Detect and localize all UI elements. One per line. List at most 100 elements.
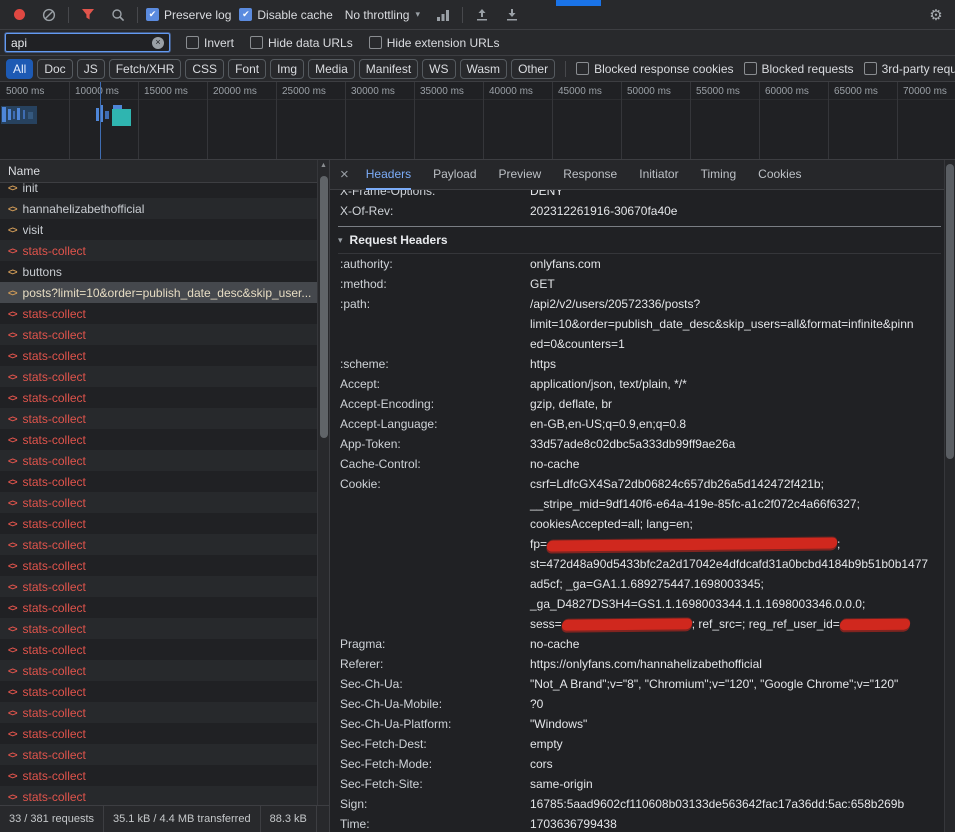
request-row[interactable]: <>stats-collect [0,492,329,513]
details-scrollbar[interactable] [944,160,955,832]
request-row[interactable]: <>stats-collect [0,681,329,702]
type-filter-js[interactable]: JS [77,59,105,79]
hide-extension-urls-checkbox[interactable]: Hide extension URLs [369,36,500,50]
header-name: :path: [340,294,520,354]
request-row[interactable]: <>stats-collect [0,660,329,681]
type-filter-doc[interactable]: Doc [37,59,72,79]
search-button[interactable] [107,4,129,26]
header-row: Referer:https://onlyfans.com/hannaheliza… [338,654,941,674]
scroll-up-icon[interactable]: ▲ [318,162,329,169]
timeline-gridline [69,82,70,159]
clear-filter-icon[interactable]: × [152,37,164,49]
request-row[interactable]: <>stats-collect [0,408,329,429]
tab-initiator[interactable]: Initiator [639,160,678,190]
network-overview-timeline[interactable]: 5000 ms10000 ms15000 ms20000 ms25000 ms3… [0,82,955,160]
record-button[interactable] [8,4,30,26]
header-row: App-Token:33d57ade8c02dbc5a333db99ff9ae2… [338,434,941,454]
type-filter-media[interactable]: Media [308,59,355,79]
header-row: :scheme:https [338,354,941,374]
request-row[interactable]: <>stats-collect [0,429,329,450]
header-name: Sec-Ch-Ua: [340,674,520,694]
tab-response[interactable]: Response [563,160,617,190]
type-filter-ws[interactable]: WS [422,59,455,79]
request-row[interactable]: <>init [0,183,329,198]
blocked-requests-checkbox[interactable]: Blocked requests [744,62,854,76]
type-filter-all[interactable]: All [6,59,33,79]
clear-network-log-button[interactable] [38,4,60,26]
request-row[interactable]: <>stats-collect [0,471,329,492]
waterfall-bar [23,110,25,119]
request-row[interactable]: <>stats-collect [0,639,329,660]
request-error-icon: <> [8,666,17,676]
header-value: same-origin [530,774,941,794]
toolbar-divider [462,7,463,23]
request-row[interactable]: <>stats-collect [0,324,329,345]
request-name: stats-collect [23,454,86,468]
request-headers-section-header[interactable]: ▾ Request Headers [338,227,941,254]
type-filter-wasm[interactable]: Wasm [460,59,508,79]
throttling-select[interactable]: No throttling ▾ [341,6,424,24]
request-name: stats-collect [23,706,86,720]
import-har-button[interactable] [501,4,523,26]
request-row[interactable]: <>stats-collect [0,576,329,597]
tab-preview[interactable]: Preview [499,160,542,190]
header-value: en-GB,en-US;q=0.9,en;q=0.8 [530,414,941,434]
request-name: posts?limit=10&order=publish_date_desc&s… [23,286,312,300]
request-row-selected[interactable]: <>posts?limit=10&order=publish_date_desc… [0,282,329,303]
request-row[interactable]: <>stats-collect [0,534,329,555]
scrollbar-thumb[interactable] [320,176,328,438]
network-conditions-button[interactable] [432,4,454,26]
tab-timing[interactable]: Timing [701,160,737,190]
request-type-icon: <> [8,204,17,214]
tab-payload[interactable]: Payload [433,160,476,190]
request-row[interactable]: <>hannahelizabethofficial [0,198,329,219]
header-value: GET [530,274,941,294]
toolbar-divider [68,7,69,23]
tab-cookies[interactable]: Cookies [758,160,801,190]
third-party-requests-checkbox[interactable]: 3rd-party requests [864,62,955,76]
type-filter-css[interactable]: CSS [185,59,224,79]
request-row[interactable]: <>stats-collect [0,618,329,639]
request-name: stats-collect [23,349,86,363]
request-row[interactable]: <>stats-collect [0,345,329,366]
request-row[interactable]: <>stats-collect [0,723,329,744]
request-row[interactable]: <>stats-collect [0,513,329,534]
type-filter-other[interactable]: Other [511,59,555,79]
header-name: Sec-Ch-Ua-Mobile: [340,694,520,714]
request-row[interactable]: <>stats-collect [0,702,329,723]
tab-headers[interactable]: Headers [366,160,411,190]
hide-data-urls-checkbox[interactable]: Hide data URLs [250,36,353,50]
gear-icon: ⚙ [929,6,942,24]
header-name: Accept-Language: [340,414,520,434]
request-row[interactable]: <>stats-collect [0,786,329,805]
type-filter-img[interactable]: Img [270,59,304,79]
request-list-scrollbar[interactable]: ▲ [317,160,329,805]
filter-input[interactable] [11,36,148,50]
type-filter-manifest[interactable]: Manifest [359,59,418,79]
request-row[interactable]: <>stats-collect [0,366,329,387]
request-row[interactable]: <>visit [0,219,329,240]
redaction-scribble [546,538,838,552]
request-row[interactable]: <>stats-collect [0,555,329,576]
settings-button[interactable]: ⚙ [925,4,947,26]
request-row[interactable]: <>stats-collect [0,387,329,408]
scrollbar-thumb[interactable] [946,164,954,459]
filter-toggle-button[interactable] [77,4,99,26]
request-row[interactable]: <>stats-collect [0,450,329,471]
request-row[interactable]: <>stats-collect [0,303,329,324]
request-row[interactable]: <>stats-collect [0,765,329,786]
disable-cache-checkbox[interactable]: ✔ Disable cache [239,8,332,22]
blocked-response-cookies-checkbox[interactable]: Blocked response cookies [576,62,733,76]
header-name: :scheme: [340,354,520,374]
type-filter-font[interactable]: Font [228,59,266,79]
preserve-log-checkbox[interactable]: ✔ Preserve log [146,8,231,22]
request-row[interactable]: <>stats-collect [0,597,329,618]
export-har-button[interactable] [471,4,493,26]
request-row[interactable]: <>stats-collect [0,744,329,765]
invert-checkbox[interactable]: Invert [186,36,234,50]
request-row[interactable]: <>buttons [0,261,329,282]
type-filter-fetch-xhr[interactable]: Fetch/XHR [109,59,182,79]
close-icon[interactable]: × [340,166,349,183]
request-row[interactable]: <>stats-collect [0,240,329,261]
name-column-header[interactable]: Name [0,160,329,183]
